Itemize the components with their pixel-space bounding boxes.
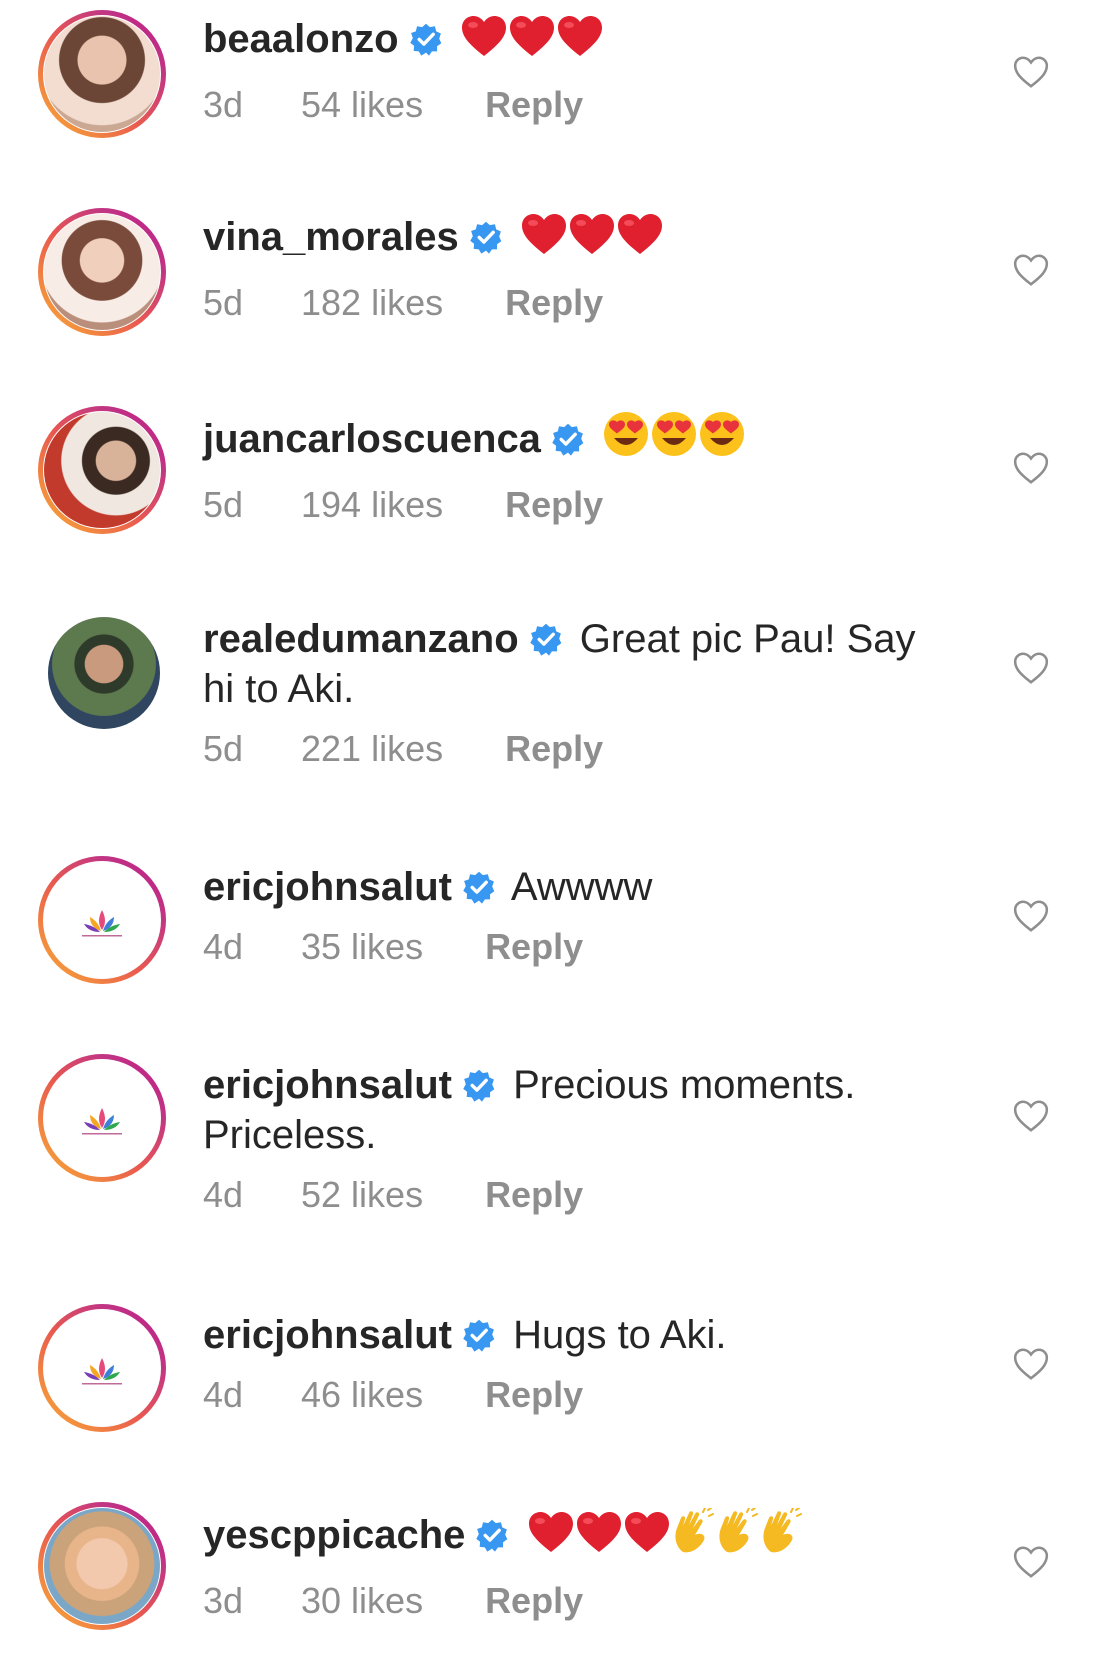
heart-outline-icon[interactable] bbox=[1012, 252, 1050, 288]
reply-button[interactable]: Reply bbox=[505, 728, 603, 770]
reply-button[interactable]: Reply bbox=[505, 484, 603, 526]
red-heart-emoji bbox=[568, 212, 616, 268]
heart-outline-icon[interactable] bbox=[1012, 1346, 1050, 1382]
lotus-logo bbox=[82, 1358, 122, 1385]
verified-badge-icon bbox=[529, 622, 563, 656]
avatar[interactable] bbox=[38, 1502, 166, 1630]
comment-time: 4d bbox=[203, 1374, 244, 1415]
red-heart-emoji bbox=[527, 1510, 575, 1566]
red-heart-emoji bbox=[575, 1510, 623, 1566]
comment-text-continued: Priceless. bbox=[203, 1113, 377, 1157]
avatar[interactable] bbox=[38, 406, 166, 534]
verified-badge-icon bbox=[462, 1318, 496, 1352]
verified-badge-icon bbox=[551, 422, 585, 456]
red-heart-emoji bbox=[508, 14, 556, 70]
red-heart-emoji bbox=[460, 14, 508, 70]
avatar[interactable] bbox=[48, 617, 160, 729]
comment-text-continued: hi to Aki. bbox=[203, 667, 355, 711]
comment-likes[interactable]: 30 likes bbox=[301, 1580, 423, 1622]
red-heart-emoji bbox=[556, 14, 604, 70]
heart-eyes-emoji bbox=[698, 410, 746, 470]
comment-time: 4d bbox=[203, 926, 244, 967]
comment-time: 5d bbox=[203, 282, 244, 323]
reply-button[interactable]: Reply bbox=[485, 1580, 583, 1622]
comment-username[interactable]: ericjohnsalut bbox=[203, 865, 452, 909]
comment-likes[interactable]: 221 likes bbox=[301, 728, 443, 770]
verified-badge-icon bbox=[462, 1068, 496, 1102]
clapping-hands-emoji bbox=[671, 1508, 715, 1566]
verified-badge-icon bbox=[469, 220, 503, 254]
comment-username[interactable]: vina_morales bbox=[203, 215, 459, 259]
comment-likes[interactable]: 52 likes bbox=[301, 1174, 423, 1216]
verified-badge-icon bbox=[409, 22, 443, 56]
heart-outline-icon[interactable] bbox=[1012, 1098, 1050, 1134]
avatar[interactable] bbox=[38, 1054, 166, 1182]
red-heart-emoji bbox=[520, 212, 568, 268]
heart-outline-icon[interactable] bbox=[1012, 54, 1050, 90]
comment-text: Awwww bbox=[510, 865, 653, 909]
heart-outline-icon[interactable] bbox=[1012, 1544, 1050, 1580]
avatar[interactable] bbox=[38, 1304, 166, 1432]
lotus-logo bbox=[82, 910, 122, 937]
comment-time: 3d bbox=[203, 84, 244, 125]
comment-username[interactable]: ericjohnsalut bbox=[203, 1063, 452, 1107]
red-heart-emoji bbox=[623, 1510, 671, 1566]
red-heart-emoji bbox=[616, 212, 664, 268]
avatar[interactable] bbox=[38, 10, 166, 138]
comment-username[interactable]: realedumanzano bbox=[203, 617, 519, 661]
lotus-logo bbox=[82, 1108, 122, 1135]
verified-badge-icon bbox=[475, 1518, 509, 1552]
comment-text: Hugs to Aki. bbox=[513, 1313, 727, 1357]
avatar[interactable] bbox=[38, 208, 166, 336]
comment-username[interactable]: yescppicache bbox=[203, 1513, 465, 1557]
comment-likes[interactable]: 46 likes bbox=[301, 1374, 423, 1416]
clapping-hands-emoji bbox=[715, 1508, 759, 1566]
avatar[interactable] bbox=[38, 856, 166, 984]
clapping-hands-emoji bbox=[759, 1508, 803, 1566]
comment-likes[interactable]: 54 likes bbox=[301, 84, 423, 126]
reply-button[interactable]: Reply bbox=[485, 926, 583, 968]
reply-button[interactable]: Reply bbox=[485, 1374, 583, 1416]
heart-eyes-emoji bbox=[650, 410, 698, 470]
comment-text: Precious moments. bbox=[513, 1063, 856, 1107]
comments-list: beaalonzo 3d 54 likes Reply vina_morales 5… bbox=[0, 0, 1120, 1664]
heart-outline-icon[interactable] bbox=[1012, 650, 1050, 686]
comment-time: 4d bbox=[203, 1174, 244, 1215]
comment-username[interactable]: ericjohnsalut bbox=[203, 1313, 452, 1357]
heart-outline-icon[interactable] bbox=[1012, 450, 1050, 486]
comment-time: 5d bbox=[203, 484, 244, 525]
comment-time: 3d bbox=[203, 1580, 244, 1621]
comment-likes[interactable]: 182 likes bbox=[301, 282, 443, 324]
heart-outline-icon[interactable] bbox=[1012, 898, 1050, 934]
comment-likes[interactable]: 35 likes bbox=[301, 926, 423, 968]
reply-button[interactable]: Reply bbox=[485, 84, 583, 126]
comment-text: Great pic Pau! Say bbox=[579, 617, 916, 661]
reply-button[interactable]: Reply bbox=[485, 1174, 583, 1216]
reply-button[interactable]: Reply bbox=[505, 282, 603, 324]
comment-username[interactable]: juancarloscuenca bbox=[203, 417, 541, 461]
comment-username[interactable]: beaalonzo bbox=[203, 17, 399, 61]
heart-eyes-emoji bbox=[602, 410, 650, 470]
comment-likes[interactable]: 194 likes bbox=[301, 484, 443, 526]
verified-badge-icon bbox=[462, 870, 496, 904]
comment-time: 5d bbox=[203, 728, 244, 769]
